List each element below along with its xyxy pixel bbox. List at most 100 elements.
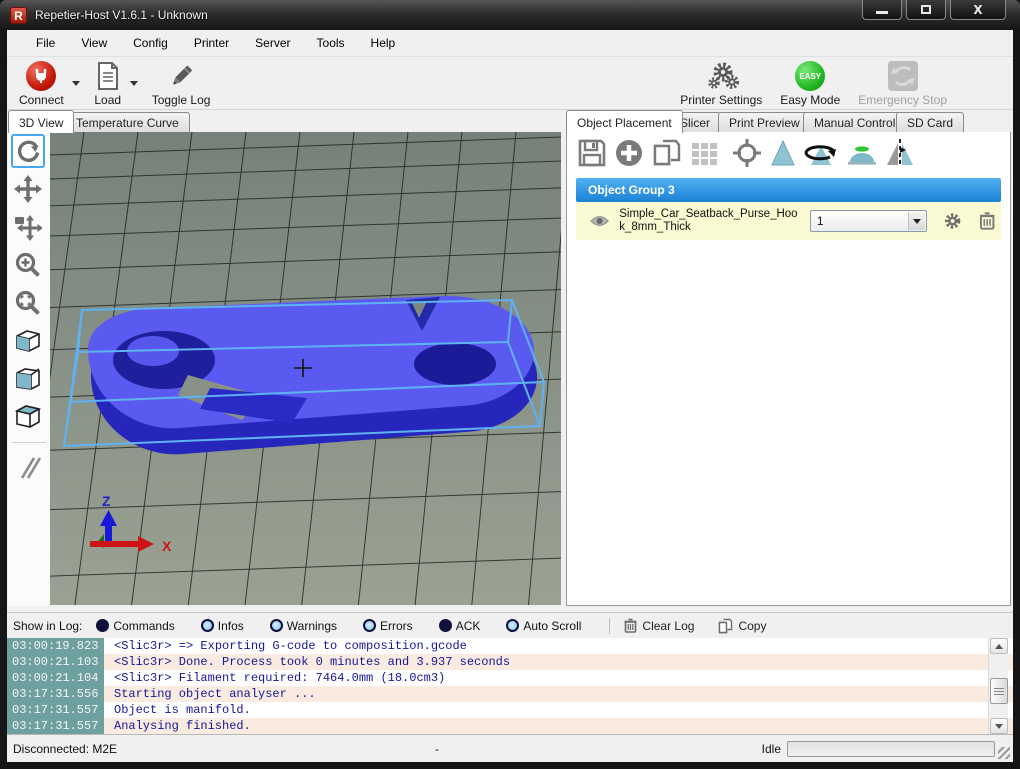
log-message: <Slic3r> Done. Process took 0 minutes an…: [104, 654, 510, 670]
zoom-in-button[interactable]: [11, 248, 45, 282]
maximize-button[interactable]: [906, 0, 946, 20]
object-name: Simple_Car_Seatback_Purse_Hook_8mm_Thick: [619, 208, 798, 234]
move-view-button[interactable]: [11, 172, 45, 206]
viewport-3d[interactable]: Z X: [50, 132, 561, 605]
log-row: 03:17:31.557 Object is manifold.: [7, 702, 1013, 718]
menu-config[interactable]: Config: [120, 32, 181, 54]
object-group-title: Object Group 3: [588, 183, 675, 197]
isometric-view-icon: [13, 326, 43, 356]
move-view-icon: [14, 175, 42, 203]
copy-object-icon[interactable]: [651, 138, 683, 168]
tab-temperature-curve[interactable]: Temperature Curve: [65, 112, 190, 133]
log-toolbar-separator: [609, 618, 610, 634]
object-group-header[interactable]: Object Group 3: [576, 178, 1001, 202]
object-settings-gear-icon[interactable]: [943, 211, 962, 231]
log-toggle-ack[interactable]: ACK: [439, 619, 481, 633]
copies-dropdown[interactable]: 1: [810, 210, 928, 232]
log-toggle-errors[interactable]: Errors: [363, 619, 413, 633]
connect-dropdown-caret[interactable]: [72, 81, 80, 86]
top-view-button[interactable]: [11, 400, 45, 434]
clear-log-button[interactable]: Clear Log: [624, 618, 694, 633]
log-message: Analysing finished.: [104, 718, 251, 734]
save-icon[interactable]: [577, 138, 607, 168]
log-message: Object is manifold.: [104, 702, 251, 718]
rotate-view-button[interactable]: [11, 134, 45, 168]
load-icon: [94, 61, 122, 91]
window-title: Repetier-Host V1.6.1 - Unknown: [35, 8, 208, 22]
easy-mode-button[interactable]: EASY Easy Mode: [774, 57, 846, 109]
load-dropdown-caret[interactable]: [130, 81, 138, 86]
log-toggle-infos[interactable]: Infos: [201, 619, 244, 633]
window-border: [0, 762, 1020, 769]
scroll-down-button[interactable]: [990, 718, 1008, 734]
printer-settings-button[interactable]: Printer Settings: [674, 57, 768, 109]
mirror-object-icon[interactable]: [885, 138, 915, 168]
z-axis-label: Z: [102, 493, 111, 509]
zoom-fit-button[interactable]: [11, 286, 45, 320]
add-object-icon[interactable]: [614, 138, 644, 168]
menu-help[interactable]: Help: [358, 32, 409, 54]
log-timestamp: 03:17:31.557: [7, 718, 104, 734]
tab-manual-control[interactable]: Manual Control: [803, 112, 906, 133]
log-toggle-warnings[interactable]: Warnings: [270, 619, 337, 633]
menu-printer[interactable]: Printer: [181, 32, 242, 54]
app-icon: R: [10, 7, 27, 24]
model-purse-hook[interactable]: [88, 296, 537, 454]
dropdown-arrow-zone[interactable]: [908, 212, 925, 230]
object-toolbar: [567, 132, 1010, 174]
move-object-button[interactable]: [11, 210, 45, 244]
log-toggle-commands[interactable]: Commands: [96, 619, 174, 633]
menu-file[interactable]: File: [23, 32, 68, 54]
log-timestamp: 03:17:31.556: [7, 686, 104, 702]
object-list-row[interactable]: Simple_Car_Seatback_Purse_Hook_8mm_Thick…: [576, 202, 1001, 240]
autoposition-icon[interactable]: [690, 138, 724, 168]
copies-value: 1: [817, 214, 824, 228]
center-object-icon[interactable]: [731, 138, 763, 168]
chevron-down-icon: [913, 219, 921, 224]
view-tool-column: [8, 132, 50, 606]
load-button[interactable]: Load: [88, 57, 128, 109]
visibility-eye-icon[interactable]: [590, 214, 609, 228]
drop-object-icon[interactable]: [846, 138, 878, 168]
log-scrollbar[interactable]: [988, 638, 1008, 734]
zoom-fit-icon: [14, 289, 42, 317]
log-row: 03:00:21.104 <Slic3r> Filament required:…: [7, 670, 1013, 686]
connect-button[interactable]: Connect: [13, 57, 70, 109]
connection-status: Disconnected: M2E: [13, 742, 117, 756]
close-button[interactable]: X: [950, 0, 1006, 20]
rotate-object-icon[interactable]: [803, 138, 839, 168]
copy-icon: [718, 618, 733, 634]
scale-object-icon[interactable]: [770, 138, 796, 168]
emergency-stop-icon: [888, 61, 918, 91]
top-view-icon: [13, 402, 43, 432]
tab-object-placement[interactable]: Object Placement: [566, 110, 683, 133]
scrollbar-thumb[interactable]: [990, 678, 1008, 704]
scroll-up-button[interactable]: [990, 638, 1008, 654]
tab-print-preview[interactable]: Print Preview: [718, 112, 811, 133]
main-toolbar: Connect Load Toggle Log Printer Settings…: [7, 57, 1013, 110]
connect-icon: [26, 61, 56, 91]
menu-tools[interactable]: Tools: [304, 32, 358, 54]
tab-3d-view[interactable]: 3D View: [8, 110, 74, 133]
parallel-projection-button[interactable]: [11, 451, 45, 485]
log-toggle-autoscroll[interactable]: Auto Scroll: [506, 619, 581, 633]
progress-bar: [787, 741, 995, 757]
title-bar[interactable]: R Repetier-Host V1.6.1 - Unknown X: [0, 0, 1020, 30]
log-message: Starting object analyser ...: [104, 686, 316, 702]
maximize-icon: [921, 5, 931, 14]
resize-grip[interactable]: [998, 747, 1010, 759]
delete-object-trash-icon[interactable]: [979, 211, 995, 231]
arrow-down-icon: [995, 724, 1003, 729]
x-axis-shaft: [90, 541, 142, 547]
toggle-log-button[interactable]: Toggle Log: [146, 57, 217, 109]
front-view-button[interactable]: [11, 362, 45, 396]
copy-log-button[interactable]: Copy: [718, 618, 766, 634]
log-message: <Slic3r> => Exporting G-code to composit…: [104, 638, 467, 654]
rotate-view-icon: [15, 138, 41, 164]
tab-sd-card[interactable]: SD Card: [896, 112, 964, 133]
menu-view[interactable]: View: [68, 32, 120, 54]
minimize-button[interactable]: [862, 0, 902, 20]
isometric-view-button[interactable]: [11, 324, 45, 358]
menu-server[interactable]: Server: [242, 32, 303, 54]
log-output[interactable]: 03:00:19.823 <Slic3r> => Exporting G-cod…: [7, 638, 1013, 734]
